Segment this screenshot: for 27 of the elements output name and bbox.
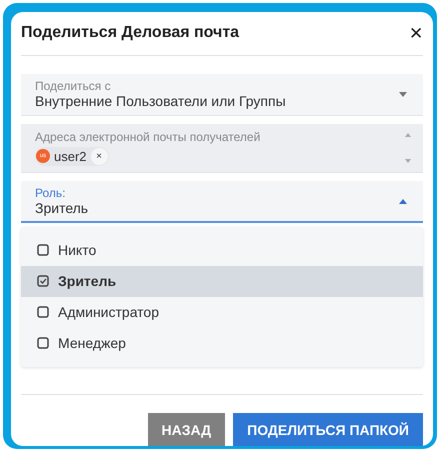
dropdown-arrow-icon [399, 198, 407, 204]
field-value: Внутренние Пользователи или Группы [35, 93, 287, 110]
option-label: Администратор [58, 304, 160, 320]
option-label: Никто [58, 242, 96, 258]
checkbox-icon[interactable] [37, 337, 49, 350]
share-button[interactable]: ПОДЕЛИТЬСЯ ПАПКОЙ [233, 413, 423, 446]
share-with-dropdown[interactable]: Поделиться с Внутренние Пользователи или Группы [21, 74, 423, 116]
field-value: Зритель [35, 200, 90, 216]
role-option[interactable]: Менеджер [21, 328, 423, 359]
checkbox-icon[interactable] [37, 244, 49, 256]
field-label: Поделиться с [35, 80, 112, 94]
role-option[interactable]: Администратор [21, 296, 423, 328]
checkbox-icon[interactable] [37, 275, 49, 288]
role-option[interactable]: Зритель [21, 266, 423, 297]
role-dropdown[interactable]: Роль: Зритель [21, 181, 423, 223]
remove-button[interactable]: × [90, 148, 108, 165]
close-button[interactable]: ✕ [409, 22, 423, 44]
field-label: Адреса электронной почты получателей [35, 130, 262, 144]
back-button[interactable]: НАЗАД [148, 413, 226, 446]
dialog-title: Поделиться Деловая почта [21, 24, 240, 42]
field-label: Роль: [35, 186, 66, 200]
dropdown-arrow-icon [399, 92, 407, 98]
checkbox-icon[interactable] [37, 306, 49, 318]
chip-label: user2 [54, 148, 87, 164]
option-label: Менеджер [58, 335, 126, 352]
role-option[interactable]: Никто [21, 234, 423, 266]
option-label: Зритель [58, 273, 116, 290]
